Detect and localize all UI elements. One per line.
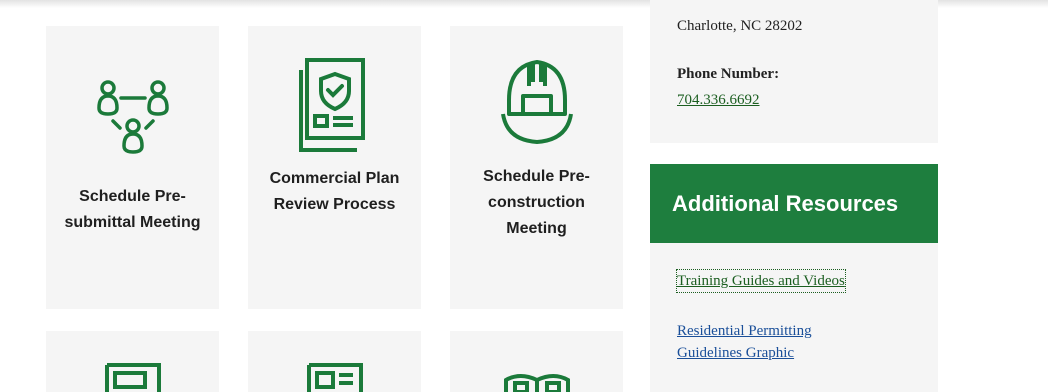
- card-label: Schedule Pre-submittal Meeting: [64, 188, 201, 231]
- document-list-icon: [306, 363, 363, 392]
- residential-permitting-link[interactable]: Residential Permitting Guidelines Graphi…: [677, 320, 877, 364]
- additional-resources-header: Additional Resources: [650, 164, 938, 243]
- people-connection-icon: [96, 80, 169, 154]
- card-bottom-1[interactable]: [46, 331, 219, 392]
- hard-hat-icon: [500, 60, 573, 144]
- phone-label: Phone Number:: [677, 66, 780, 82]
- card-bottom-2[interactable]: [248, 331, 421, 392]
- phone-link[interactable]: 704.336.6692: [677, 92, 760, 109]
- contact-box: Charlotte, NC 28202 Phone Number: 704.33…: [650, 0, 938, 143]
- card-schedule-presubmittal[interactable]: Schedule Pre-submittal Meeting: [46, 26, 219, 309]
- open-book-icon: [503, 374, 570, 392]
- card-label: Commercial Plan Review Process: [269, 170, 400, 213]
- card-commercial-plan-review[interactable]: Commercial Plan Review Process: [248, 26, 421, 309]
- shield-document-icon: [298, 58, 365, 152]
- address-line: Charlotte, NC 28202: [677, 18, 803, 34]
- resources-box: [650, 243, 938, 392]
- blueprint-icon: [104, 363, 161, 392]
- card-schedule-preconstruction[interactable]: Schedule Pre-construction Meeting: [450, 26, 623, 309]
- card-label: Schedule Pre-construction Meeting: [483, 168, 590, 237]
- training-guides-link[interactable]: Training Guides and Videos: [676, 269, 846, 293]
- card-bottom-3[interactable]: [450, 331, 623, 392]
